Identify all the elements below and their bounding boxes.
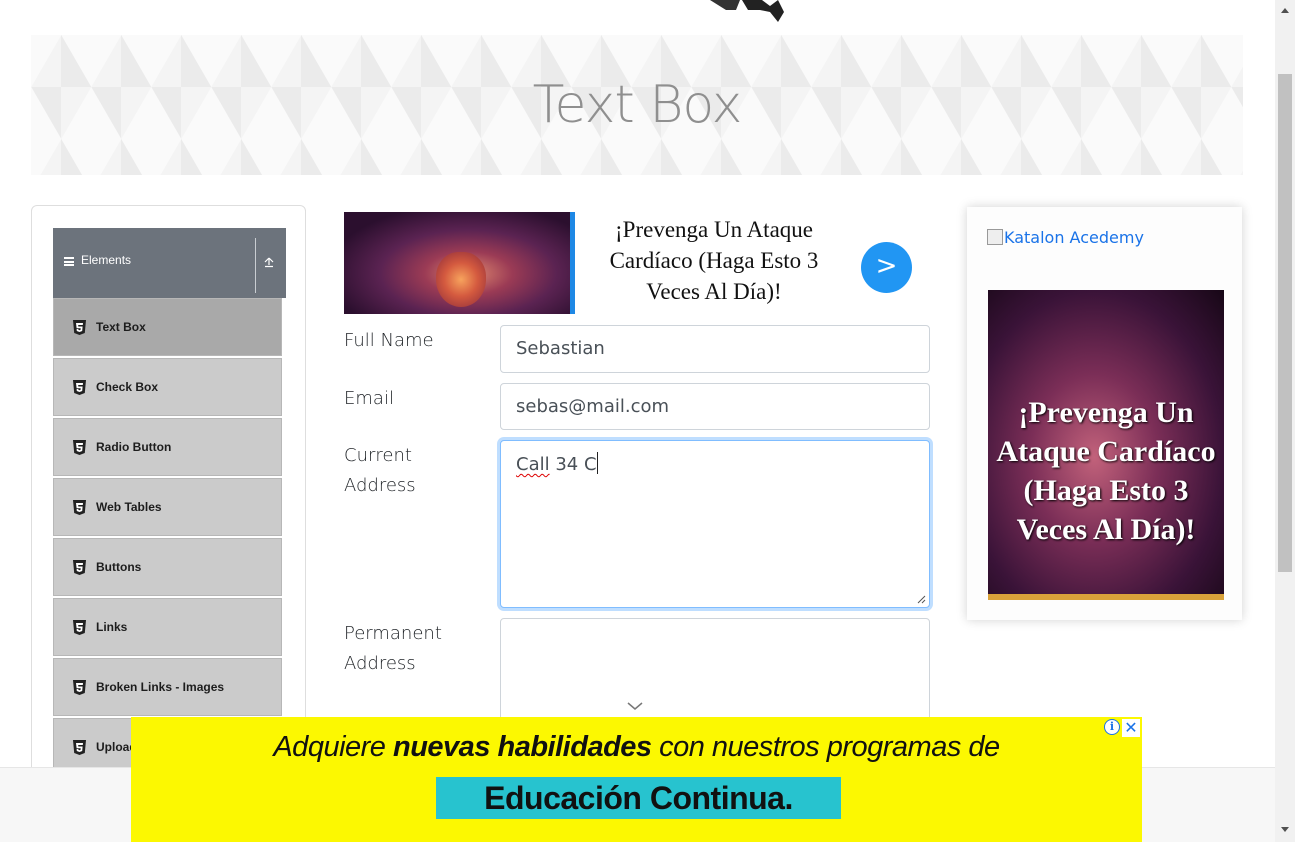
sidebar-item-broken-links[interactable]: Broken Links - Images [53, 658, 282, 716]
collapse-arrow-icon[interactable] [263, 256, 275, 268]
hamburger-icon [64, 257, 74, 266]
resize-handle-icon[interactable] [916, 594, 926, 604]
chevron-down-icon[interactable] [626, 700, 644, 712]
full-name-input[interactable]: Sebastian [500, 325, 930, 373]
poster-text: ¡Prevenga Un Ataque Cardíaco (Haga Esto … [996, 396, 1216, 546]
sidebar-item-label: Radio Button [96, 440, 172, 454]
ad-headline[interactable]: ¡Prevenga Un Ataque Cardíaco (Haga Esto … [589, 214, 839, 307]
broken-image-icon [987, 229, 1003, 245]
ad-image[interactable] [344, 212, 570, 314]
elements-group-header[interactable]: Elements [53, 228, 286, 298]
scrollbar-thumb[interactable] [1278, 74, 1292, 572]
ad-right[interactable]: Katalon Acedemy ¡Prevenga Un Ataque Card… [967, 207, 1242, 620]
html5-icon [73, 620, 86, 635]
full-name-label: Full Name [344, 330, 434, 351]
ad-bottom-line1: Adquiere nuevas habilidades con nuestros… [131, 731, 1142, 764]
text-caret [596, 452, 598, 474]
email-input[interactable]: sebas@mail.com [500, 383, 930, 430]
ad-go-button[interactable]: > [861, 242, 912, 293]
html5-icon [73, 380, 86, 395]
sidebar-item-web-tables[interactable]: Web Tables [53, 478, 282, 536]
html5-icon [73, 440, 86, 455]
scroll-down-arrow-icon[interactable] [1281, 827, 1289, 832]
ad-top[interactable]: ¡Prevenga Un Ataque Cardíaco (Haga Esto … [344, 212, 924, 314]
ad-close-icon[interactable]: ✕ [1122, 719, 1140, 737]
scroll-up-arrow-icon[interactable] [1281, 8, 1289, 13]
group-label: Elements [81, 253, 132, 267]
sidebar-item-label: Check Box [96, 380, 159, 394]
html5-icon [73, 560, 86, 575]
sidebar-item-check-box[interactable]: Check Box [53, 358, 282, 416]
header-divider [255, 238, 256, 293]
ad-info-icon[interactable]: i [1104, 719, 1120, 735]
sidebar-item-label: Links [96, 620, 128, 634]
ad-line1-bold: nuevas habilidades [393, 731, 652, 763]
ad-bottom-banner[interactable]: Adquiere nuevas habilidades con nuestros… [131, 717, 1142, 842]
permanent-address-label: Permanent Address [344, 623, 442, 674]
page-banner: Text Box [31, 35, 1243, 175]
ad-line1-post: con nuestros programas de [651, 731, 1000, 763]
sidebar-item-radio-button[interactable]: Radio Button [53, 418, 282, 476]
sidebar-item-label: Buttons [96, 560, 142, 574]
site-logo[interactable] [700, 0, 784, 24]
sidebar-item-buttons[interactable]: Buttons [53, 538, 282, 596]
broken-image-alt: Katalon Acedemy [1004, 228, 1144, 247]
html5-icon [73, 680, 86, 695]
page-scrollbar[interactable] [1275, 0, 1295, 842]
ad-line1-pre: Adquiere [273, 731, 393, 763]
html5-icon [73, 320, 86, 335]
address-text: 34 C [549, 454, 597, 475]
current-address-textarea[interactable]: Call 34 C [500, 440, 930, 608]
html5-icon [73, 500, 86, 515]
elements-menu: Text Box Check Box Radio Button Web Tabl… [53, 298, 282, 778]
ad-accent-bar [570, 212, 575, 314]
sidebar-item-label: Text Box [96, 320, 146, 334]
sidebar-item-links[interactable]: Links [53, 598, 282, 656]
heart-illustration [436, 252, 486, 307]
sidebar-item-label: Broken Links - Images [96, 680, 225, 694]
misspelled-word: Call [516, 454, 550, 475]
email-label: Email [344, 388, 394, 409]
page-title: Text Box [532, 75, 743, 135]
ad-poster[interactable]: ¡Prevenga Un Ataque Cardíaco (Haga Esto … [988, 290, 1224, 600]
html5-icon [73, 740, 86, 755]
page: Text Box Elements Text Box Check Box Rad… [0, 0, 1295, 842]
current-address-label: Current Address [344, 445, 416, 496]
broken-image-link[interactable]: Katalon Acedemy [987, 228, 1144, 247]
ad-bottom-line2: Educación Continua. [436, 777, 841, 819]
sidebar-item-text-box[interactable]: Text Box [53, 298, 282, 356]
sidebar-item-label: Web Tables [96, 500, 162, 514]
